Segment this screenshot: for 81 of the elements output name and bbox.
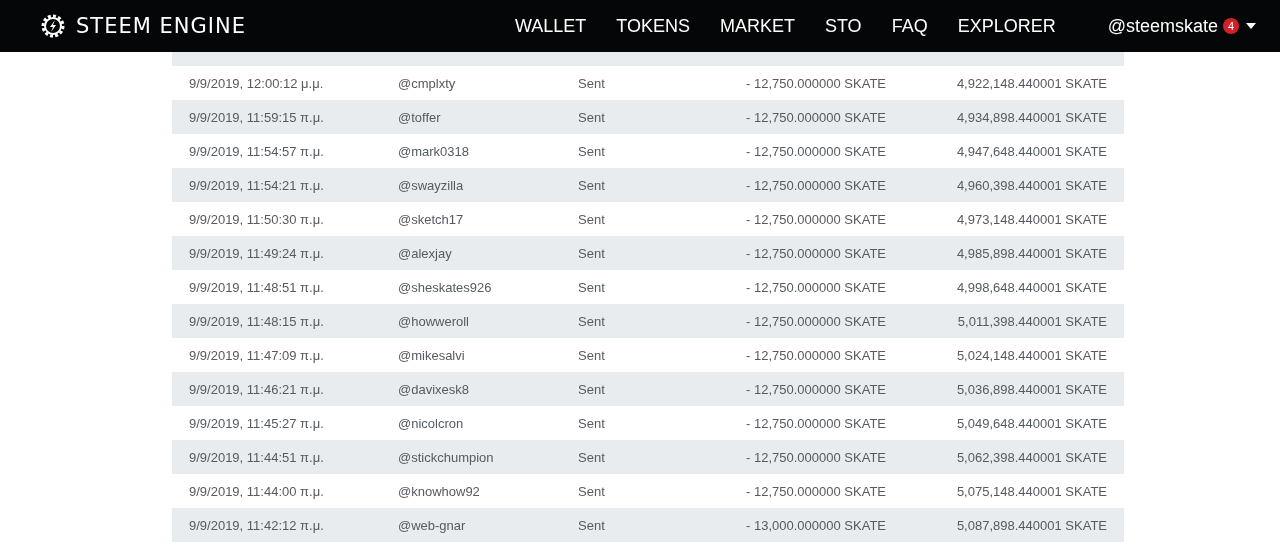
account-cell: @sketch17 <box>398 211 464 227</box>
amount-cell: - 12,750.000000 SKATE <box>746 211 886 227</box>
balance-cell: 4,985,898.440001 SKATE <box>956 245 1107 261</box>
type-cell: Sent <box>578 517 605 533</box>
type-cell: Sent <box>578 483 605 499</box>
account-cell: @swayzilla <box>398 177 464 193</box>
date-cell: 9/9/2019, 11:42:12 π.μ. <box>189 517 324 533</box>
type-cell: Sent <box>578 449 605 465</box>
account-cell: @cmplxty <box>398 75 456 91</box>
balance-cell: 5,087,898.440001 SKATE <box>956 517 1107 533</box>
account-cell: @davixesk8 <box>398 381 469 397</box>
amount-cell: - 12,750.000000 SKATE <box>746 279 886 295</box>
type-cell: Sent <box>578 279 605 295</box>
nav-link[interactable]: TOKENS <box>601 15 705 37</box>
balance-cell: 4,960,398.440001 SKATE <box>956 177 1107 193</box>
balance-cell: 4,973,148.440001 SKATE <box>956 211 1107 227</box>
type-cell: Sent <box>578 177 605 193</box>
balance-cell: 5,024,148.440001 SKATE <box>956 347 1107 363</box>
amount-cell: - 12,750.000000 SKATE <box>746 449 886 465</box>
account-cell: @mikesalvi <box>398 347 465 363</box>
brand-name[interactable]: STEEM ENGINE <box>76 14 246 38</box>
date-cell: 9/9/2019, 11:44:00 π.μ. <box>189 483 324 499</box>
amount-cell: - 12,750.000000 SKATE <box>746 415 886 431</box>
amount-cell: - 12,750.000000 SKATE <box>746 177 886 193</box>
amount-cell: - 12,750.000000 SKATE <box>746 143 886 159</box>
account-cell: @sheskates926 <box>398 279 492 295</box>
account-cell: @stickchumpion <box>398 449 494 465</box>
type-cell: Sent <box>578 347 605 363</box>
amount-cell: - 12,750.000000 SKATE <box>746 313 886 329</box>
balance-cell: 4,998,648.440001 SKATE <box>956 279 1107 295</box>
account-cell: @mark0318 <box>398 143 469 159</box>
date-cell: 9/9/2019, 11:59:15 π.μ. <box>189 109 324 125</box>
balance-cell: 5,062,398.440001 SKATE <box>956 449 1107 465</box>
gear-bolt-icon[interactable] <box>40 13 66 39</box>
nav-link[interactable]: WALLET <box>499 15 602 37</box>
amount-cell: - 12,750.000000 SKATE <box>746 75 886 91</box>
account-cell: @nicolcron <box>398 415 464 431</box>
type-cell: Sent <box>578 313 605 329</box>
balance-cell: 5,036,898.440001 SKATE <box>956 381 1107 397</box>
nav-link[interactable]: STO <box>809 15 877 37</box>
type-cell: Sent <box>578 245 605 261</box>
balance-cell: 4,947,648.440001 SKATE <box>956 143 1107 159</box>
date-cell: 9/9/2019, 12:00:12 μ.μ. <box>189 75 324 91</box>
notification-badge: 4 <box>1223 18 1239 34</box>
balance-cell: 5,049,648.440001 SKATE <box>956 415 1107 431</box>
date-cell: 9/9/2019, 11:49:24 π.μ. <box>189 245 324 261</box>
caret-icon[interactable] <box>1246 23 1256 29</box>
amount-cell: - 12,750.000000 SKATE <box>746 347 886 363</box>
date-cell: 9/9/2019, 11:44:51 π.μ. <box>189 449 324 465</box>
date-cell: 9/9/2019, 11:45:27 π.μ. <box>189 415 324 431</box>
account-cell: @web-gnar <box>398 517 466 533</box>
amount-cell: - 12,750.000000 SKATE <box>746 245 886 261</box>
amount-cell: - 13,000.000000 SKATE <box>746 517 886 533</box>
balance-cell: 5,075,148.440001 SKATE <box>956 483 1107 499</box>
nav-link[interactable]: MARKET <box>704 15 810 37</box>
account-cell: @howweroll <box>398 313 469 329</box>
type-cell: Sent <box>578 109 605 125</box>
date-cell: 9/9/2019, 11:47:09 π.μ. <box>189 347 324 363</box>
account-cell: @alexjay <box>398 245 452 261</box>
date-cell: 9/9/2019, 11:54:57 π.μ. <box>189 143 324 159</box>
account-cell: @knowhow92 <box>398 483 480 499</box>
type-cell: Sent <box>578 211 605 227</box>
nav-link[interactable]: EXPLORER <box>942 15 1071 37</box>
date-cell: 9/9/2019, 11:46:21 π.μ. <box>189 381 324 397</box>
amount-cell: - 12,750.000000 SKATE <box>746 381 886 397</box>
nav-link[interactable]: FAQ <box>876 15 943 37</box>
date-cell: 9/9/2019, 11:48:51 π.μ. <box>189 279 324 295</box>
date-cell: 9/9/2019, 11:50:30 π.μ. <box>189 211 324 227</box>
date-cell: 9/9/2019, 11:48:15 π.μ. <box>189 313 324 329</box>
amount-cell: - 12,750.000000 SKATE <box>746 483 886 499</box>
account-cell: @toffer <box>398 109 441 125</box>
type-cell: Sent <box>578 143 605 159</box>
amount-cell: - 12,750.000000 SKATE <box>746 109 886 125</box>
balance-cell: 4,922,148.440001 SKATE <box>956 75 1107 91</box>
account-menu[interactable]: @steemskate <box>1107 15 1218 37</box>
balance-cell: 4,934,898.440001 SKATE <box>956 109 1107 125</box>
balance-cell: 5,011,398.440001 SKATE <box>957 313 1107 329</box>
type-cell: Sent <box>578 415 605 431</box>
type-cell: Sent <box>578 381 605 397</box>
type-cell: Sent <box>578 75 605 91</box>
date-cell: 9/9/2019, 11:54:21 π.μ. <box>189 177 324 193</box>
